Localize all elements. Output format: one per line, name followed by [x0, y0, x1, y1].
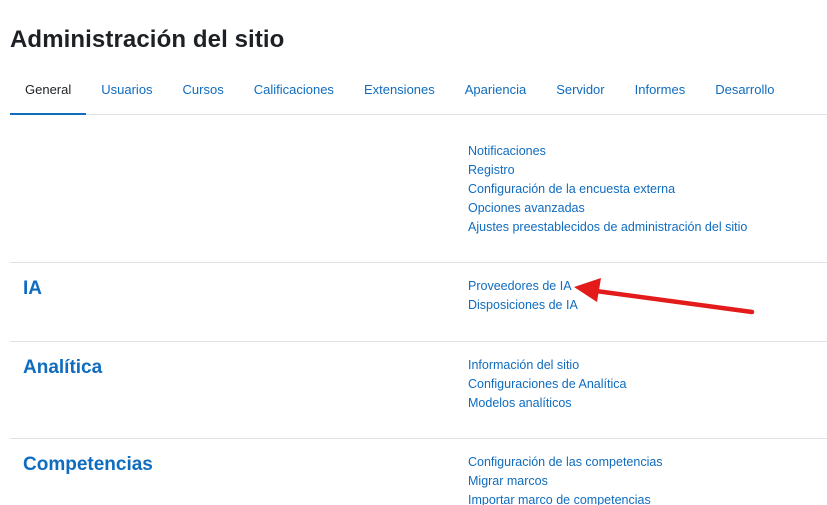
tab-cursos[interactable]: Cursos: [168, 72, 239, 114]
tab-calificaciones[interactable]: Calificaciones: [239, 72, 349, 114]
tab-servidor[interactable]: Servidor: [541, 72, 619, 114]
section-ia: IA Proveedores de IA Disposiciones de IA: [10, 262, 827, 342]
link-configuraciones-analitica[interactable]: Configuraciones de Analítica: [468, 375, 626, 394]
link-importar-marco[interactable]: Importar marco de competencias: [468, 491, 663, 505]
link-migrar-marcos[interactable]: Migrar marcos: [468, 472, 663, 491]
site-administration-page: Administración del sitio General Usuario…: [0, 0, 827, 505]
section-competencias: Competencias Configuración de las compet…: [10, 438, 827, 505]
analitica-link-list: Información del sitio Configuraciones de…: [468, 356, 626, 413]
tab-apariencia[interactable]: Apariencia: [450, 72, 541, 114]
tab-usuarios[interactable]: Usuarios: [86, 72, 167, 114]
link-opciones-avanzadas[interactable]: Opciones avanzadas: [468, 199, 747, 218]
link-disposiciones-ia[interactable]: Disposiciones de IA: [468, 296, 578, 315]
tab-desarrollo[interactable]: Desarrollo: [700, 72, 789, 114]
tab-informes[interactable]: Informes: [620, 72, 701, 114]
link-notificaciones[interactable]: Notificaciones: [468, 142, 747, 161]
tab-extensiones[interactable]: Extensiones: [349, 72, 450, 114]
link-proveedores-ia[interactable]: Proveedores de IA: [468, 277, 578, 296]
tab-general[interactable]: General: [10, 72, 87, 115]
section-title-competencias[interactable]: Competencias: [23, 454, 153, 476]
link-modelos-analiticos[interactable]: Modelos analíticos: [468, 394, 626, 413]
general-link-list: Notificaciones Registro Configuración de…: [468, 142, 747, 237]
section-analitica: Analítica Información del sitio Configur…: [10, 341, 827, 439]
link-configuracion-encuesta-externa[interactable]: Configuración de la encuesta externa: [468, 180, 747, 199]
link-ajustes-preestablecidos[interactable]: Ajustes preestablecidos de administració…: [468, 218, 747, 237]
page-title: Administración del sitio: [10, 26, 285, 53]
competencias-link-list: Configuración de las competencias Migrar…: [468, 453, 663, 505]
link-registro[interactable]: Registro: [468, 161, 747, 180]
link-informacion-sitio[interactable]: Información del sitio: [468, 356, 626, 375]
link-configuracion-competencias[interactable]: Configuración de las competencias: [468, 453, 663, 472]
section-title-analitica[interactable]: Analítica: [23, 357, 102, 379]
ia-link-list: Proveedores de IA Disposiciones de IA: [468, 277, 578, 315]
admin-tabs: General Usuarios Cursos Calificaciones E…: [10, 72, 827, 115]
section-title-ia[interactable]: IA: [23, 278, 42, 300]
section-general: Notificaciones Registro Configuración de…: [10, 115, 827, 262]
